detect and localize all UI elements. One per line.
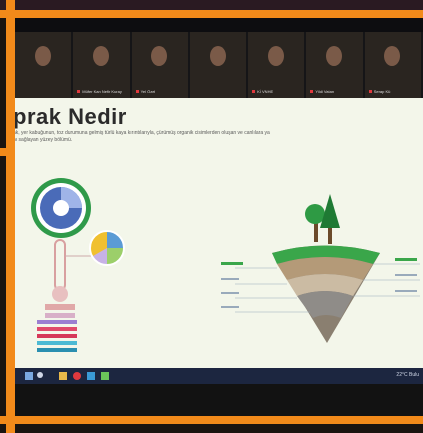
mic-off-icon xyxy=(77,90,81,94)
participant-tile[interactable]: Yel Özel xyxy=(131,32,188,98)
mic-off-icon xyxy=(135,90,139,94)
avatar xyxy=(326,46,343,66)
taskbar: 22°C Bulu xyxy=(15,368,423,384)
participant-tile[interactable]: Serap Kü xyxy=(364,32,421,98)
avatar xyxy=(209,46,226,66)
participant-name: Yel Özel xyxy=(135,89,155,94)
participant-tile[interactable] xyxy=(15,32,72,98)
files-icon[interactable] xyxy=(59,372,67,380)
avatar xyxy=(151,46,168,66)
participant-tile[interactable] xyxy=(189,32,247,98)
start-icon[interactable] xyxy=(25,372,33,380)
participant-name: Kİ VNHE xyxy=(252,89,273,94)
weather-indicator[interactable]: 22°C Bulu xyxy=(396,372,419,378)
mic-off-icon xyxy=(252,90,256,94)
participant-name: Müfer Kan Nefir Kuray xyxy=(77,89,122,94)
browser-icon[interactable] xyxy=(73,372,81,380)
slide-illustrations xyxy=(31,178,420,352)
participant-name: Serap Kü xyxy=(368,89,390,94)
mic-off-icon xyxy=(368,90,372,94)
participant-tile[interactable]: Müfer Kan Nefir Kuray xyxy=(73,32,130,98)
mic-off-icon xyxy=(310,90,314,94)
avatar xyxy=(34,46,51,66)
ring-diagram xyxy=(31,178,91,238)
app-icon[interactable] xyxy=(87,372,95,380)
avatar xyxy=(384,46,401,66)
search-icon[interactable] xyxy=(37,372,43,378)
orange-frame-left xyxy=(6,0,15,433)
participant-tile[interactable]: Yildi Vatan xyxy=(306,32,363,98)
tube-diagram xyxy=(45,239,93,318)
orange-frame-bottom xyxy=(0,416,423,424)
legend-bars xyxy=(37,320,77,352)
avatar xyxy=(267,46,284,66)
participant-tile[interactable]: Kİ VNHE xyxy=(248,32,305,98)
avatar xyxy=(92,46,109,66)
participant-video-strip: Müfer Kan Nefir Kuray Yel Özel Kİ VNHE Y… xyxy=(15,32,423,98)
soil-layers-diagram xyxy=(221,194,420,343)
small-pie xyxy=(89,230,125,266)
participant-name: Yildi Vatan xyxy=(310,89,334,94)
orange-frame-top xyxy=(0,10,423,18)
presentation-slide: prak Nedir ak, yer kabuğunun, toz durumu… xyxy=(15,98,423,368)
monitor-screen: Müfer Kan Nefir Kuray Yel Özel Kİ VNHE Y… xyxy=(15,18,423,416)
orange-frame-divider xyxy=(0,148,15,156)
app-icon[interactable] xyxy=(101,372,109,380)
monitor-bezel xyxy=(15,384,423,416)
